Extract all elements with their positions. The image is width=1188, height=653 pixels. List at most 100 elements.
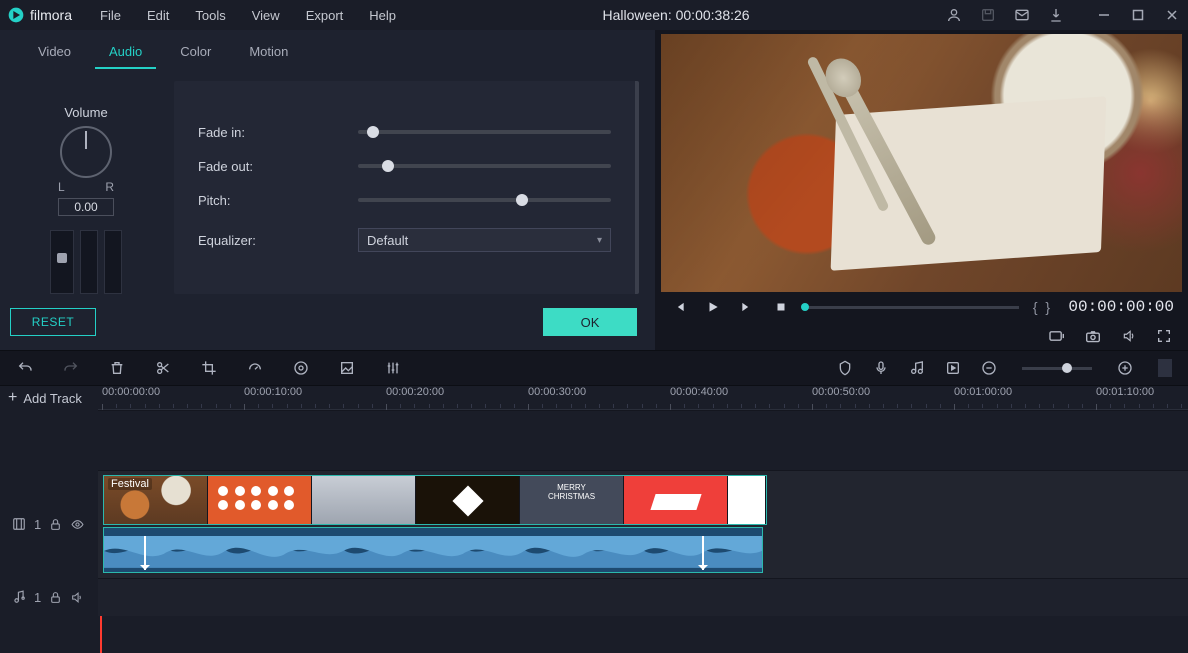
- fade-out-slider[interactable]: [358, 164, 611, 168]
- snapshot-icon[interactable]: [1084, 329, 1102, 343]
- preview-timecode: 00:00:00:00: [1064, 298, 1174, 316]
- clip-label: Festival: [108, 478, 152, 490]
- fade-out-handle[interactable]: [698, 536, 708, 570]
- level-meters: [50, 230, 122, 294]
- save-icon[interactable]: [980, 7, 996, 23]
- titlebar: filmora File Edit Tools View Export Help…: [0, 0, 1188, 30]
- menu-export[interactable]: Export: [296, 4, 354, 27]
- music-icon: [12, 590, 26, 604]
- video-clip[interactable]: Festival MERRYCHRISTMAS: [103, 475, 767, 525]
- fade-in-slider[interactable]: [358, 130, 611, 134]
- channel-right-label: R: [105, 180, 114, 194]
- preview-tools: [661, 322, 1182, 350]
- marker-icon[interactable]: [836, 359, 854, 377]
- menu-view[interactable]: View: [242, 4, 290, 27]
- maximize-icon[interactable]: [1130, 7, 1146, 23]
- redo-icon[interactable]: [62, 359, 80, 377]
- audio-clip[interactable]: [103, 527, 763, 573]
- volume-knob[interactable]: [60, 126, 112, 178]
- close-icon[interactable]: [1164, 7, 1180, 23]
- mail-icon[interactable]: [1014, 7, 1030, 23]
- zoom-in-icon[interactable]: [1116, 359, 1134, 377]
- settings-panel: Video Audio Color Motion Volume LR 0.00 …: [0, 30, 655, 350]
- prev-frame-button[interactable]: [669, 297, 689, 317]
- next-frame-button[interactable]: [737, 297, 757, 317]
- speed-icon[interactable]: [246, 359, 264, 377]
- channel-left-label: L: [58, 180, 65, 194]
- fade-out-label: Fade out:: [198, 159, 358, 174]
- fade-in-handle[interactable]: [140, 536, 150, 570]
- delete-icon[interactable]: [108, 359, 126, 377]
- download-icon[interactable]: [1048, 7, 1064, 23]
- timeline-panel: + Add Track 00:00:00:0000:00:10:0000:00:…: [0, 386, 1188, 653]
- audio-mixer-icon[interactable]: [908, 359, 926, 377]
- color-icon[interactable]: [292, 359, 310, 377]
- preview-progress[interactable]: [805, 306, 1019, 309]
- menu-file[interactable]: File: [90, 4, 131, 27]
- zoom-fit-icon[interactable]: [1158, 359, 1172, 377]
- volume-label: Volume: [64, 105, 107, 120]
- account-icon[interactable]: [946, 7, 962, 23]
- timeline-tracks[interactable]: Festival MERRYCHRISTMAS: [98, 410, 1188, 653]
- chevron-down-icon: ▾: [597, 235, 602, 246]
- preview-viewport[interactable]: [661, 34, 1182, 292]
- audio-controls: Fade in: Fade out: Pitch: Equalizer: Def…: [174, 81, 639, 294]
- volume-icon[interactable]: [1120, 329, 1138, 343]
- tab-audio[interactable]: Audio: [95, 40, 156, 69]
- undo-icon[interactable]: [16, 359, 34, 377]
- plus-icon: +: [8, 390, 17, 406]
- crop-icon[interactable]: [200, 359, 218, 377]
- tab-color[interactable]: Color: [166, 40, 225, 69]
- zoom-out-icon[interactable]: [980, 359, 998, 377]
- volume-column: Volume L R 0.00: [16, 81, 156, 294]
- pitch-label: Pitch:: [198, 193, 358, 208]
- record-voiceover-icon[interactable]: [872, 359, 890, 377]
- split-icon[interactable]: [154, 359, 172, 377]
- pitch-slider[interactable]: [358, 198, 611, 202]
- filmora-logo-icon: [8, 7, 24, 23]
- menu-tools[interactable]: Tools: [185, 4, 235, 27]
- add-track-button[interactable]: + Add Track: [0, 386, 90, 410]
- lock-icon[interactable]: [49, 518, 62, 531]
- volume-value[interactable]: 0.00: [58, 198, 114, 216]
- equalizer-select[interactable]: Default ▾: [358, 228, 611, 252]
- titlebar-actions: [946, 7, 1180, 23]
- preview-playbar: { } 00:00:00:00: [661, 292, 1182, 322]
- project-title: Halloween: 00:00:38:26: [406, 7, 946, 23]
- menu-help[interactable]: Help: [359, 4, 406, 27]
- ok-button[interactable]: OK: [543, 308, 637, 336]
- equalizer-label: Equalizer:: [198, 233, 358, 248]
- film-icon: [12, 517, 26, 531]
- audio-track-number: 1: [34, 590, 41, 605]
- mixer-icon[interactable]: [384, 359, 402, 377]
- minimize-icon[interactable]: [1096, 7, 1112, 23]
- mark-in-out-icon[interactable]: { }: [1033, 299, 1050, 315]
- settings-tabs: Video Audio Color Motion: [0, 30, 655, 69]
- audio-track-2[interactable]: [98, 578, 1188, 616]
- main-menu: File Edit Tools View Export Help: [90, 4, 406, 27]
- fade-in-label: Fade in:: [198, 125, 358, 140]
- eye-icon[interactable]: [70, 518, 85, 531]
- speaker-icon[interactable]: [70, 591, 84, 604]
- audio-lock-icon[interactable]: [49, 591, 62, 604]
- play-button[interactable]: [703, 297, 723, 317]
- app-name: filmora: [30, 7, 72, 23]
- level-meter-r: [104, 230, 122, 294]
- level-meter-main[interactable]: [50, 230, 74, 294]
- zoom-slider[interactable]: [1022, 367, 1092, 370]
- app-logo: filmora: [8, 7, 72, 23]
- reset-button[interactable]: RESET: [10, 308, 96, 336]
- preview-panel: { } 00:00:00:00: [655, 30, 1188, 350]
- timeline-toolbar: [0, 350, 1188, 386]
- tab-video[interactable]: Video: [24, 40, 85, 69]
- video-track-number: 1: [34, 517, 41, 532]
- render-icon[interactable]: [944, 359, 962, 377]
- stop-button[interactable]: [771, 297, 791, 317]
- fullscreen-icon[interactable]: [1156, 328, 1172, 344]
- menu-edit[interactable]: Edit: [137, 4, 179, 27]
- tab-motion[interactable]: Motion: [235, 40, 302, 69]
- level-meter-l: [80, 230, 98, 294]
- time-ruler[interactable]: 00:00:00:0000:00:10:0000:00:20:0000:00:3…: [98, 386, 1188, 410]
- greenscreen-icon[interactable]: [338, 359, 356, 377]
- quality-icon[interactable]: [1048, 329, 1066, 343]
